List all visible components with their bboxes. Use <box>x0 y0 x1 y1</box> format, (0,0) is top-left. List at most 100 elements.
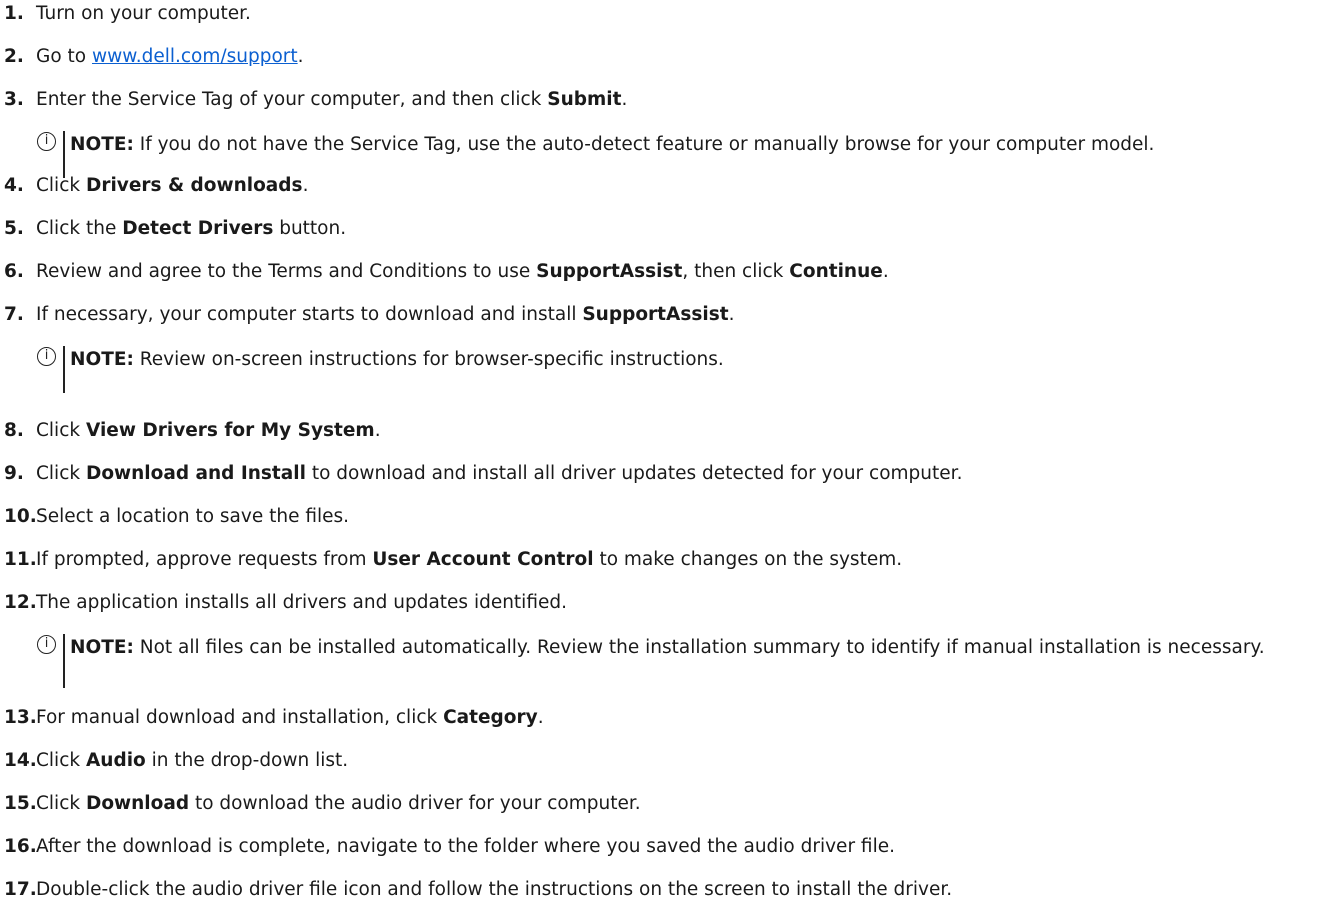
step-text-segment: Click the <box>36 218 123 239</box>
step-text-segment: Double-click the audio driver file icon … <box>36 879 953 900</box>
step-number: 3. <box>4 89 24 110</box>
step-text-segment: Click <box>36 420 86 441</box>
note-label: NOTE: <box>70 637 134 658</box>
step-text-segment: . <box>297 46 304 67</box>
list-item: 8. Click View Drivers for My System. <box>4 419 381 443</box>
list-item: 16.After the download is complete, navig… <box>4 835 895 859</box>
info-icon: i <box>37 347 56 366</box>
list-item: 6. Review and agree to the Terms and Cond… <box>4 260 889 284</box>
step-text-segment: . <box>374 420 381 441</box>
step-text-segment: Click <box>36 175 86 196</box>
step-text-segment: . <box>537 707 544 728</box>
note-text: NOTE: Not all files can be installed aut… <box>70 634 1310 661</box>
list-item: 10.Select a location to save the files. <box>4 505 349 529</box>
note-text: NOTE: Review on-screen instructions for … <box>70 346 1310 373</box>
ui-term: Drivers & downloads <box>85 175 303 196</box>
step-text: Click Drivers & downloads. <box>36 175 308 196</box>
step-text: Go to www.dell.com/support. <box>36 46 304 67</box>
step-text-segment: . <box>728 304 735 325</box>
note-divider <box>63 346 65 393</box>
step-text: Double-click the audio driver file icon … <box>36 879 952 900</box>
step-text: Review and agree to the Terms and Condit… <box>36 261 889 282</box>
step-text: After the download is complete, navigate… <box>36 836 895 857</box>
step-text-segment: . <box>302 175 309 196</box>
step-text: Click the Detect Drivers button. <box>36 218 346 239</box>
list-item: 14.Click Audio in the drop-down list. <box>4 749 348 773</box>
step-text: If necessary, your computer starts to do… <box>36 304 734 325</box>
info-icon: i <box>37 635 56 654</box>
step-text-segment: to download and install all driver updat… <box>305 463 963 484</box>
list-item: 5. Click the Detect Drivers button. <box>4 217 346 241</box>
step-number: 2. <box>4 46 24 67</box>
support-link[interactable]: www.dell.com/support <box>92 46 298 67</box>
list-item: 9. Click Download and Install to download… <box>4 462 962 486</box>
ui-term: User Account Control <box>372 549 594 570</box>
step-number: 14. <box>4 750 37 771</box>
ui-term: View Drivers for My System <box>85 420 375 441</box>
note-text: NOTE: If you do not have the Service Tag… <box>70 131 1310 158</box>
list-item: 3. Enter the Service Tag of your computer… <box>4 88 627 112</box>
step-text-segment: Click <box>36 463 86 484</box>
step-text: Select a location to save the files. <box>36 506 349 527</box>
step-text-segment: button. <box>273 218 347 239</box>
list-item: 12.The application installs all drivers … <box>4 591 567 615</box>
ui-term: Category <box>443 707 538 728</box>
note-body-text: If you do not have the Service Tag, use … <box>133 134 1155 155</box>
note-box: i NOTE: Review on-screen instructions for… <box>37 346 1317 393</box>
note-box: i NOTE: Not all files can be installed au… <box>37 634 1317 688</box>
step-number: 17. <box>4 879 37 900</box>
step-text-segment: Turn on your computer. <box>36 3 251 24</box>
step-number: 9. <box>4 463 24 484</box>
ui-term: Download <box>85 793 190 814</box>
step-text-segment: , then click <box>682 261 790 282</box>
list-item: 1. Turn on your computer. <box>4 2 251 26</box>
list-item: 17.Double-click the audio driver file ic… <box>4 878 952 902</box>
step-text: Click Download and Install to download a… <box>36 463 962 484</box>
step-text-segment: The application installs all drivers and… <box>36 592 567 613</box>
step-text-segment: For manual download and installation, cl… <box>36 707 444 728</box>
step-text: If prompted, approve requests from User … <box>36 549 902 570</box>
step-number: 4. <box>4 175 24 196</box>
step-text-segment: to make changes on the system. <box>593 549 903 570</box>
note-divider <box>63 131 65 178</box>
list-item: 15.Click Download to download the audio … <box>4 792 641 816</box>
step-text-segment: Review and agree to the Terms and Condit… <box>36 261 537 282</box>
step-text-segment: Select a location to save the files. <box>36 506 350 527</box>
step-text: The application installs all drivers and… <box>36 592 567 613</box>
step-number: 11. <box>4 549 37 570</box>
ui-term: SupportAssist <box>582 304 729 325</box>
step-number: 13. <box>4 707 37 728</box>
step-number: 15. <box>4 793 37 814</box>
ui-term: SupportAssist <box>536 261 683 282</box>
info-icon: i <box>37 132 56 151</box>
ui-term: Continue <box>789 261 883 282</box>
step-text-segment: If necessary, your computer starts to do… <box>36 304 583 325</box>
step-number: 5. <box>4 218 24 239</box>
step-number: 7. <box>4 304 24 325</box>
step-number: 1. <box>4 3 24 24</box>
step-text-segment: Go to <box>36 46 92 67</box>
list-item: 2. Go to www.dell.com/support. <box>4 45 304 69</box>
step-text-segment: to download the audio driver for your co… <box>189 793 641 814</box>
step-text-segment: Enter the Service Tag of your computer, … <box>36 89 548 110</box>
note-box: i NOTE: If you do not have the Service Ta… <box>37 131 1317 178</box>
ui-term: Detect Drivers <box>122 218 274 239</box>
step-text-segment: Click <box>36 793 86 814</box>
note-label: NOTE: <box>70 134 134 155</box>
step-text-segment: If prompted, approve requests from <box>36 549 373 570</box>
step-text: Click View Drivers for My System. <box>36 420 381 441</box>
step-text: Click Audio in the drop-down list. <box>36 750 348 771</box>
note-divider <box>63 634 65 688</box>
ui-term: Submit <box>547 89 622 110</box>
step-text-segment: in the drop-down list. <box>145 750 349 771</box>
ui-term: Audio <box>85 750 146 771</box>
step-text: Turn on your computer. <box>36 3 251 24</box>
step-text-segment: Click <box>36 750 86 771</box>
step-number: 12. <box>4 592 37 613</box>
note-label: NOTE: <box>70 349 134 370</box>
step-number: 6. <box>4 261 24 282</box>
note-body-text: Not all files can be installed automatic… <box>133 637 1265 658</box>
ui-term: Download and Install <box>85 463 306 484</box>
step-text: Enter the Service Tag of your computer, … <box>36 89 627 110</box>
step-text-segment: . <box>882 261 889 282</box>
